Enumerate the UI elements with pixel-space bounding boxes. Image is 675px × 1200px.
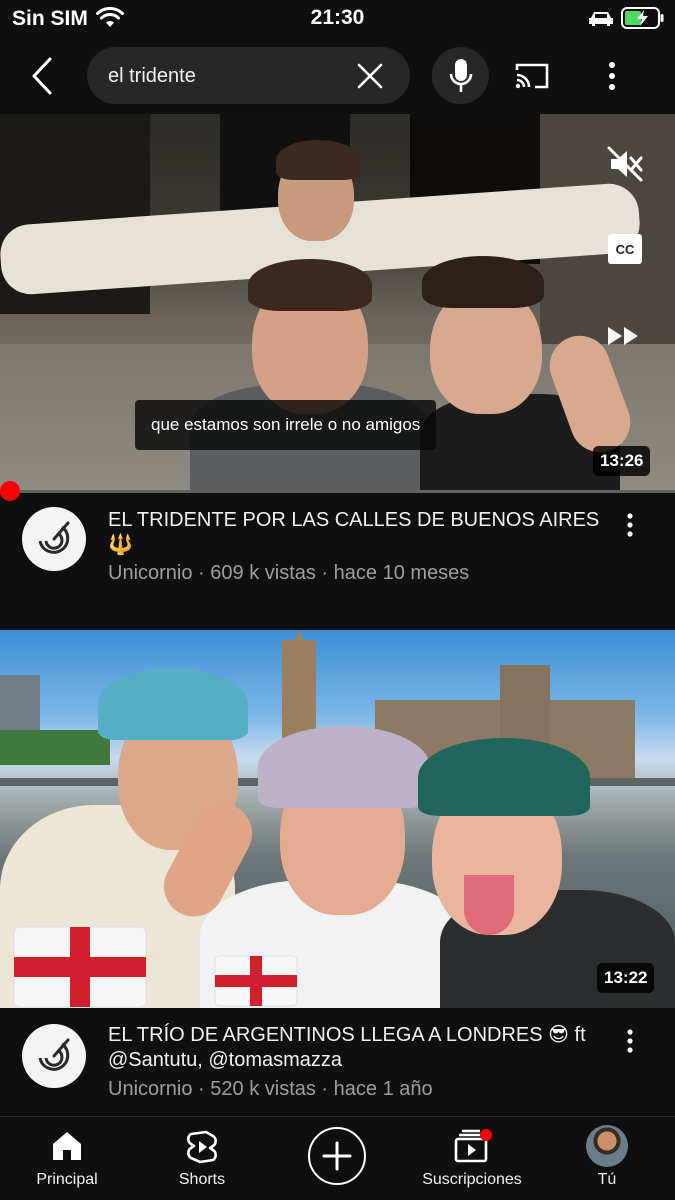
trees [0,730,110,765]
back-arrow-icon [32,57,52,95]
person-right-bucket-hat [418,738,590,816]
channel-avatar[interactable] [22,507,86,571]
video-title[interactable]: EL TRIDENTE POR LAS CALLES DE BUENOS AIR… [108,508,603,558]
person-left-bucket-hat [98,668,248,740]
clear-search-button[interactable] [353,59,387,93]
video-menu-button[interactable] [616,1025,644,1057]
captions-button[interactable]: CC [608,234,642,264]
video-player-preview[interactable]: CC que estamos son irrele o no amigos 13… [0,114,675,490]
view-count: 520 k vistas [210,1078,316,1100]
more-vertical-icon [627,1029,633,1053]
clock: 21:30 [310,6,365,29]
home-icon [53,1132,81,1160]
microphone-icon [449,58,472,92]
subtitle-caption: que estamos son irrele o no amigos [135,400,437,450]
unicornio-logo-icon [38,521,70,554]
back-button[interactable] [20,54,64,98]
car-icon [589,12,613,26]
video-title[interactable]: EL TRÍO DE ARGENTINOS LLEGA A LONDRES 😎 … [108,1023,603,1073]
fast-forward-icon[interactable] [606,324,642,348]
separator: · [192,1078,211,1100]
video-info: Unicornio · 520 k vistas · hace 1 año [108,1078,433,1101]
duration-badge: 13:26 [593,446,651,476]
create-button[interactable] [308,1127,366,1185]
cast-button[interactable] [510,57,554,95]
tongue [464,875,514,935]
nav-item-subscriptions[interactable]: Suscripciones [407,1117,537,1200]
channel-name[interactable]: Unicornio [108,1078,192,1100]
cast-icon [515,63,549,89]
nav-item-home[interactable]: Principal [2,1117,132,1200]
nav-item-you[interactable]: Tú [542,1117,672,1200]
video-thumbnail[interactable]: 13:22 [0,630,675,1008]
battery-charging-icon [621,7,664,29]
more-vertical-icon [627,513,633,537]
person-right-hair [422,256,544,308]
search-query: el tridente [108,65,196,87]
nav-label-subscriptions: Suscripciones [422,1171,522,1188]
upload-age: hace 1 año [333,1078,433,1100]
separator: · [315,1078,334,1100]
status-bar: Sin SIM 21:30 [0,0,675,38]
nav-label-shorts: Shorts [178,1171,226,1188]
video-meta-row[interactable]: EL TRÍO DE ARGENTINOS LLEGA A LONDRES 😎 … [0,1008,675,1116]
video-info: Unicornio · 609 k vistas · hace 10 meses [108,562,469,585]
shorts-icon [187,1130,217,1164]
channel-avatar[interactable] [22,1024,86,1088]
duration-badge: 13:22 [597,963,655,993]
search-input[interactable]: el tridente [87,47,410,104]
england-flag-icon [13,926,147,1008]
muted-speaker-icon[interactable] [605,144,645,184]
person-back-hair [276,140,360,180]
separator: · [192,562,211,584]
subscriptions-icon [454,1129,492,1163]
more-options-button[interactable] [596,57,628,95]
nav-label-you: Tú [597,1171,617,1188]
england-flag-icon [214,955,298,1007]
plus-icon [322,1141,352,1171]
nav-label-home: Principal [36,1171,98,1188]
video-menu-button[interactable] [616,509,644,541]
search-header: el tridente [0,38,675,114]
voice-search-button[interactable] [432,47,489,104]
video-meta-row[interactable]: EL TRIDENTE POR LAS CALLES DE BUENOS AIR… [0,493,675,630]
nav-item-shorts[interactable]: Shorts [137,1117,267,1200]
person-middle-bucket-hat [258,726,430,808]
separator: · [315,562,334,584]
bottom-navigation: Principal Shorts Suscripciones Tú [0,1116,675,1200]
view-count: 609 k vistas [210,562,316,584]
channel-name[interactable]: Unicornio [108,562,192,584]
more-vertical-icon [609,62,615,90]
person-left-hair [248,259,372,311]
avatar [586,1125,628,1167]
unicornio-logo-icon [38,1038,70,1071]
close-icon [357,63,383,89]
upload-age: hace 10 meses [333,562,470,584]
